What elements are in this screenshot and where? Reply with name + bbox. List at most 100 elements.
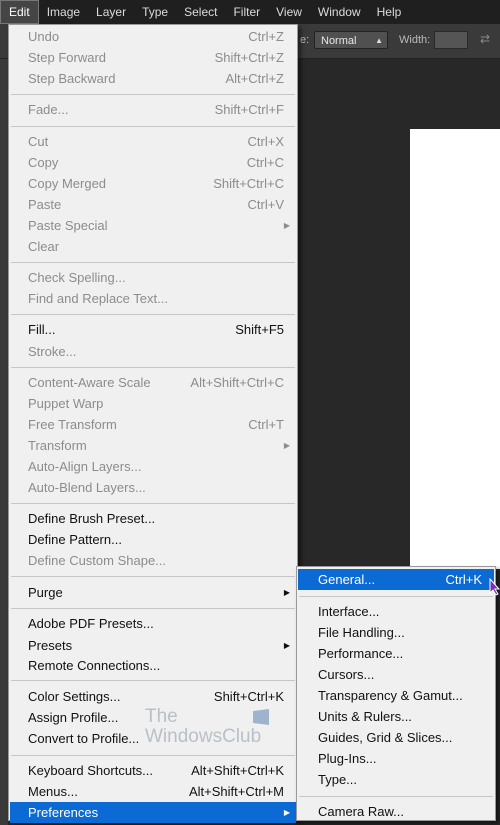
menu-item-label: Copy Merged [28,176,107,191]
menu-item-label: Free Transform [28,417,117,432]
pref-item-interface[interactable]: Interface... [298,601,494,622]
menu-item-fill[interactable]: Fill... Shift+F5 [10,319,296,340]
menu-item-label: Check Spelling... [28,270,126,285]
menu-item-label: Clear [28,239,60,254]
menu-view[interactable]: View [268,0,310,24]
menu-item-puppet-warp[interactable]: Puppet Warp [10,393,296,414]
menu-item-define-brush-preset[interactable]: Define Brush Preset... [10,508,296,529]
pref-item-guides-grid-and-slices[interactable]: Guides, Grid & Slices... [298,727,494,748]
menu-item-label: Performance... [318,646,404,661]
menu-item-label: Units & Rulers... [318,709,412,724]
menu-item-stroke[interactable]: Stroke... [10,341,296,362]
menu-help[interactable]: Help [369,0,410,24]
submenu-arrow-icon: ▶ [283,221,290,230]
menu-item-remote-connections[interactable]: Remote Connections... [10,655,296,676]
menu-item-find-and-replace-text[interactable]: Find and Replace Text... [10,288,296,309]
menu-item-copy-merged[interactable]: Copy Merged Shift+Ctrl+C [10,173,296,194]
menu-type[interactable]: Type [134,0,176,24]
menu-separator [11,126,295,127]
menu-item-label: Plug-Ins... [318,751,377,766]
menu-item-label: Type... [318,772,358,787]
menu-window[interactable]: Window [310,0,369,24]
menu-separator [11,503,295,504]
menu-edit[interactable]: Edit [0,0,39,24]
menu-item-cut[interactable]: Cut Ctrl+X [10,131,296,152]
submenu-arrow-icon: ▶ [283,588,290,597]
menu-item-step-backward[interactable]: Step Backward Alt+Ctrl+Z [10,68,296,89]
menu-item-paste[interactable]: Paste Ctrl+V [10,194,296,215]
menu-item-keyboard-shortcuts[interactable]: Keyboard Shortcuts... Alt+Shift+Ctrl+K [10,760,296,781]
menu-item-copy[interactable]: Copy Ctrl+C [10,152,296,173]
width-input[interactable] [434,31,468,49]
menu-item-fade[interactable]: Fade... Shift+Ctrl+F [10,99,296,120]
menu-bar: Edit Image Layer Type Select Filter View… [0,0,500,24]
pref-item-plug-ins[interactable]: Plug-Ins... [298,748,494,769]
watermark: The WindowsClub [145,706,275,750]
menu-separator [299,596,493,597]
pref-item-transparency-and-gamut[interactable]: Transparency & Gamut... [298,685,494,706]
menu-item-label: Guides, Grid & Slices... [318,730,453,745]
menu-filter[interactable]: Filter [225,0,268,24]
menu-item-presets[interactable]: Presets ▶ [10,635,296,656]
menu-item-step-forward[interactable]: Step Forward Shift+Ctrl+Z [10,47,296,68]
pref-item-performance[interactable]: Performance... [298,643,494,664]
submenu-arrow-icon: ▶ [283,441,290,450]
menu-item-paste-special[interactable]: Paste Special ▶ [10,215,296,236]
menu-item-adobe-pdf-presets[interactable]: Adobe PDF Presets... [10,613,296,634]
menu-item-label: Camera Raw... [318,804,404,819]
pref-item-type[interactable]: Type... [298,769,494,790]
menu-item-shortcut: Alt+Shift+Ctrl+K [191,763,284,778]
menu-item-shortcut: Alt+Shift+Ctrl+M [188,784,284,799]
menu-separator [11,755,295,756]
menu-item-label: Define Custom Shape... [28,553,167,568]
menu-item-auto-blend-layers[interactable]: Auto-Blend Layers... [10,477,296,498]
menu-layer[interactable]: Layer [88,0,134,24]
pref-item-units-and-rulers[interactable]: Units & Rulers... [298,706,494,727]
document-canvas[interactable] [410,129,500,569]
menu-item-check-spelling[interactable]: Check Spelling... [10,267,296,288]
menu-item-label: File Handling... [318,625,405,640]
menu-item-content-aware-scale[interactable]: Content-Aware Scale Alt+Shift+Ctrl+C [10,372,296,393]
menu-separator [11,314,295,315]
menu-item-label: Auto-Align Layers... [28,459,142,474]
blend-mode-select[interactable]: Normal ▲ [314,31,388,49]
menu-item-shortcut: Shift+Ctrl+K [213,689,284,704]
mouse-cursor-icon [489,578,500,596]
menu-item-shortcut: Ctrl+T [248,417,284,432]
menu-item-label: Paste Special [28,218,108,233]
pref-item-general[interactable]: General... Ctrl+K [298,569,494,590]
preferences-submenu: General... Ctrl+K Interface... File Handlin… [296,566,496,821]
menu-item-label: Copy [28,155,59,170]
menu-item-label: Stroke... [28,344,77,359]
menu-item-undo[interactable]: Undo Ctrl+Z [10,26,296,47]
menu-item-preferences[interactable]: Preferences ▶ [10,802,296,823]
menu-item-free-transform[interactable]: Free Transform Ctrl+T [10,414,296,435]
menu-separator [11,680,295,681]
menu-item-label: Cursors... [318,667,375,682]
menu-item-shortcut: Alt+Shift+Ctrl+C [190,375,284,390]
menu-select[interactable]: Select [176,0,225,24]
menu-item-label: Transform [28,438,87,453]
menu-image[interactable]: Image [39,0,88,24]
pref-item-file-handling[interactable]: File Handling... [298,622,494,643]
menu-item-color-settings[interactable]: Color Settings... Shift+Ctrl+K [10,686,296,707]
menu-item-define-pattern[interactable]: Define Pattern... [10,529,296,550]
menu-item-purge[interactable]: Purge ▶ [10,582,296,603]
menu-item-auto-align-layers[interactable]: Auto-Align Layers... [10,456,296,477]
pref-item-cursors[interactable]: Cursors... [298,664,494,685]
menu-item-label: Purge [28,585,63,600]
menu-separator [11,262,295,263]
windows-logo-icon [253,709,269,725]
menu-item-shortcut: Ctrl+C [246,155,284,170]
menu-item-menus[interactable]: Menus... Alt+Shift+Ctrl+M [10,781,296,802]
menu-item-label: Find and Replace Text... [28,291,168,306]
watermark-line1: The [145,706,178,727]
menu-item-shortcut: Ctrl+Z [248,29,284,44]
swap-icon[interactable]: ⇄ [480,32,490,46]
menu-item-shortcut: Shift+F5 [235,322,284,337]
menu-item-define-custom-shape[interactable]: Define Custom Shape... [10,550,296,571]
menu-item-clear[interactable]: Clear [10,236,296,257]
pref-item-camera-raw[interactable]: Camera Raw... [298,801,494,822]
menu-item-transform[interactable]: Transform ▶ [10,435,296,456]
menu-item-shortcut: Ctrl+V [247,197,284,212]
